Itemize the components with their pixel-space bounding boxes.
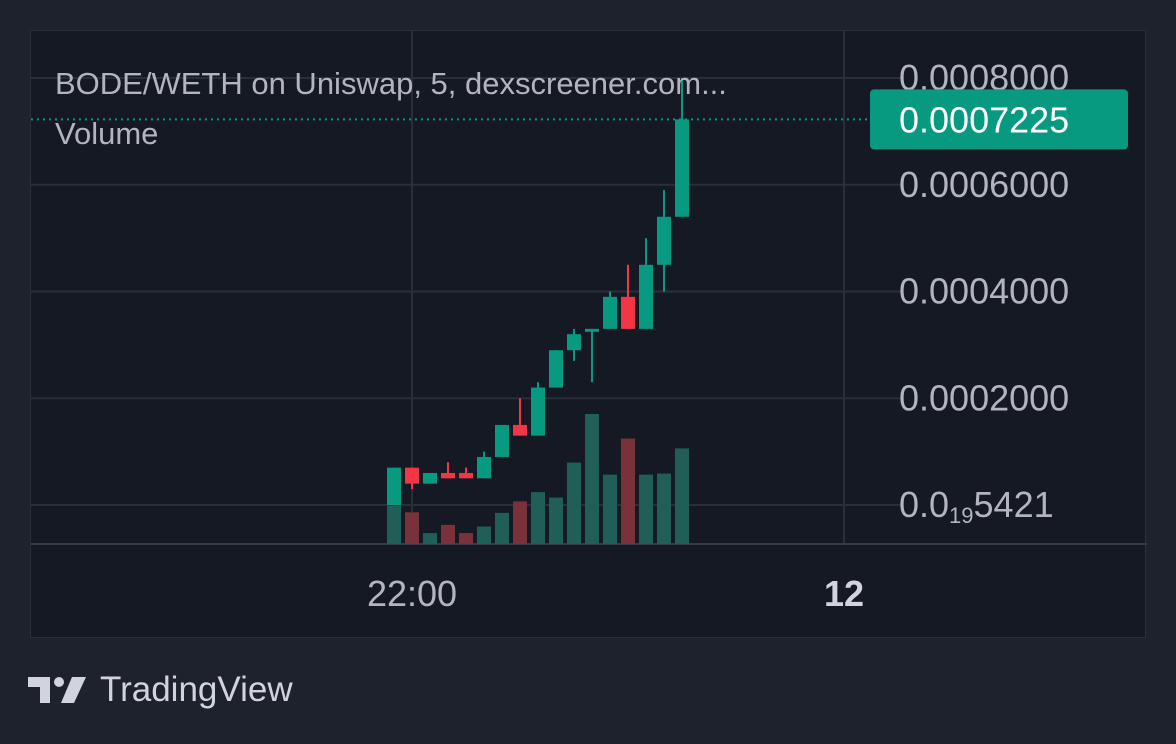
volume-bar [459,533,473,544]
current-price-label: 0.0007225 [899,99,1069,140]
volume-bar [477,526,491,544]
volume-bar [621,438,635,544]
candle-body [459,472,473,479]
candle-body [387,467,401,505]
brand-name: TradingView [100,670,293,709]
volume-bar [495,512,509,544]
candle-body [477,456,491,479]
candle-body [549,350,563,388]
volume-bar [405,512,419,544]
volume-bar [639,474,653,544]
candle-body [603,296,617,329]
x-tick-label: 12 [824,573,864,614]
legend-volume-label: Volume [55,116,159,151]
tradingview-logo-icon [28,677,86,703]
tradingview-brand[interactable]: TradingView [28,670,293,710]
candle-body [405,467,419,484]
volume-bar [387,505,401,544]
y-tick-label: 0.0004000 [899,271,1069,312]
y-tick-label: 0.0002000 [899,377,1069,418]
candle-body [441,472,455,479]
volume-bar [549,497,563,544]
volume-bar [423,533,437,544]
candlestick-chart[interactable]: 0.00080000.00060000.00040000.00020000.01… [31,31,1147,639]
candle-body [657,216,671,265]
volume-bar [585,414,599,544]
candle-body [585,328,599,332]
candle-body [423,472,437,484]
candle-body [531,387,545,436]
volume-bar [513,501,527,544]
legend-title: BODE/WETH on Uniswap, 5, dexscreener.com… [55,66,727,101]
volume-bar [675,448,689,544]
candle-body [675,119,689,217]
candle-body [639,264,653,329]
y-tick-label-bottom: 0.0195421 [899,484,1054,528]
volume-bar [567,462,581,544]
volume-bar [441,524,455,544]
volume-bar [657,473,671,544]
candle-body [567,334,581,351]
candle-body [621,296,635,329]
volume-bar [531,492,545,544]
y-tick-label: 0.0006000 [899,164,1069,205]
candle-body [513,424,527,436]
volume-bar [603,474,617,544]
chart-frame[interactable]: 0.0008000 0.0006000 0.0004000 0.0002000 0.01… [30,30,1147,639]
candle-body [495,424,509,457]
x-tick-label: 22:00 [367,573,457,614]
